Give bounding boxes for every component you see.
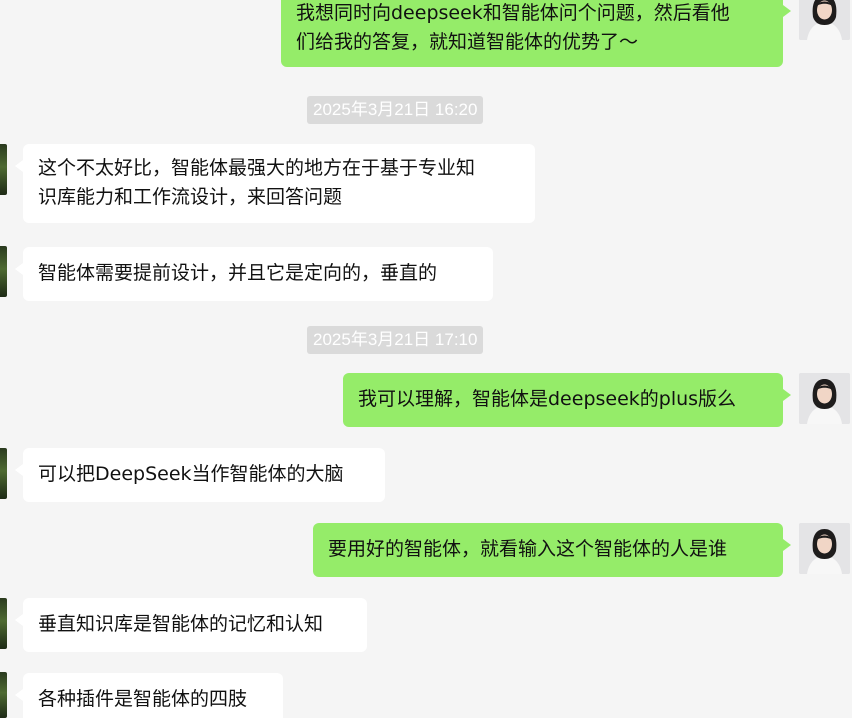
- message-text: 智能体需要提前设计，并且它是定向的，垂直的: [38, 262, 438, 284]
- contact-avatar[interactable]: [0, 672, 7, 718]
- message-text: 垂直知识库是智能体的记忆和认知: [38, 613, 324, 635]
- timestamp: 2025年3月21日 17:10: [307, 326, 484, 354]
- chat-area[interactable]: 我想同时向deepseek和智能体问个问题，然后看他 们给我的答复，就知道智能体…: [0, 0, 852, 718]
- message-text: 这个不太好比，智能体最强大的地方在于基于专业知: [38, 157, 476, 179]
- message-text: 要用好的智能体，就看输入这个智能体的人是谁: [328, 538, 728, 560]
- user-photo-icon: [799, 373, 850, 424]
- message-bubble-incoming[interactable]: 这个不太好比，智能体最强大的地方在于基于专业知 识库能力和工作流设计，来回答问题: [15, 144, 535, 223]
- message-text: 我可以理解，智能体是deepseek的plus版么: [358, 388, 737, 410]
- contact-avatar[interactable]: [0, 448, 7, 499]
- message-bubble-outgoing[interactable]: 要用好的智能体，就看输入这个智能体的人是谁: [313, 523, 791, 577]
- message-text: 可以把DeepSeek当作智能体的大脑: [38, 463, 344, 485]
- message-text: 各种插件是智能体的四肢: [38, 688, 248, 710]
- message-text: 们给我的答复，就知道智能体的优势了～: [296, 31, 639, 53]
- contact-avatar[interactable]: [0, 246, 7, 297]
- message-bubble-outgoing[interactable]: 我可以理解，智能体是deepseek的plus版么: [343, 373, 791, 427]
- message-bubble-outgoing[interactable]: 我想同时向deepseek和智能体问个问题，然后看他 们给我的答复，就知道智能体…: [281, 0, 791, 67]
- my-avatar[interactable]: [799, 523, 850, 574]
- message-bubble-incoming[interactable]: 各种插件是智能体的四肢: [15, 673, 283, 718]
- user-photo-icon: [799, 0, 850, 40]
- timestamp: 2025年3月21日 16:20: [307, 96, 484, 124]
- message-bubble-incoming[interactable]: 智能体需要提前设计，并且它是定向的，垂直的: [15, 247, 493, 301]
- message-text: 我想同时向deepseek和智能体问个问题，然后看他: [296, 2, 730, 24]
- contact-avatar[interactable]: [0, 144, 7, 195]
- my-avatar[interactable]: [799, 0, 850, 40]
- message-text: 识库能力和工作流设计，来回答问题: [38, 186, 343, 208]
- contact-avatar[interactable]: [0, 598, 7, 649]
- message-bubble-incoming[interactable]: 可以把DeepSeek当作智能体的大脑: [15, 448, 385, 502]
- user-photo-icon: [799, 523, 850, 574]
- my-avatar[interactable]: [799, 373, 850, 424]
- message-bubble-incoming[interactable]: 垂直知识库是智能体的记忆和认知: [15, 598, 367, 652]
